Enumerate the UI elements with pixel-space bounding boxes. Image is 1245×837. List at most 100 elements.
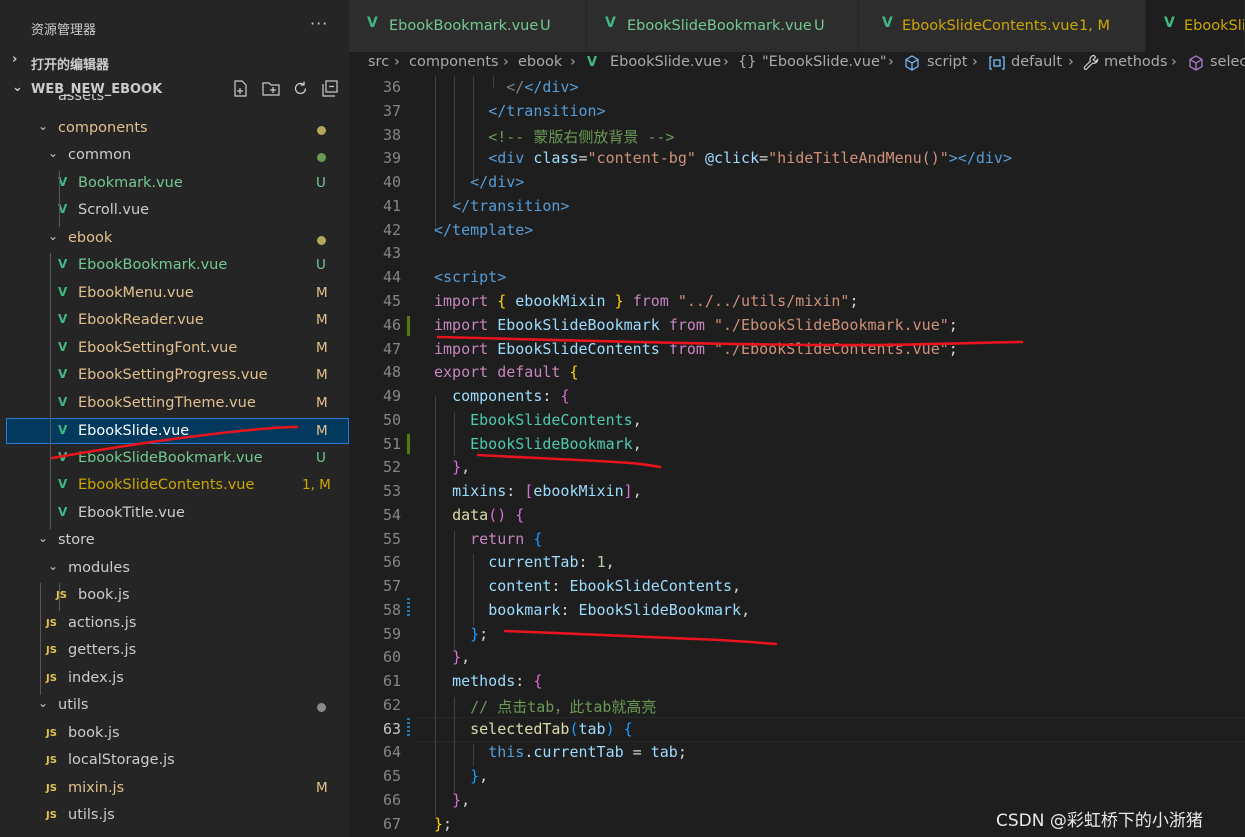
tree-item[interactable]: JS book.js — [0, 721, 349, 747]
chevron-down-icon[interactable]: ⌄ — [38, 696, 48, 710]
breadcrumb-item[interactable]: src — [368, 54, 389, 70]
code-token: </transition> — [488, 102, 606, 120]
chevron-down-icon: ⌄ — [12, 80, 23, 95]
line-number: 63 — [382, 720, 401, 738]
tree-item[interactable]: ⌄ utils — [0, 693, 349, 719]
tree-item[interactable]: V Scroll.vue — [0, 198, 349, 224]
tree-item[interactable]: V EbookSlideBookmark.vue U — [0, 446, 349, 472]
tree-item[interactable]: JS utils.js — [0, 803, 349, 829]
chevron-down-icon[interactable]: ⌄ — [38, 531, 48, 545]
cube-icon — [1188, 55, 1204, 75]
chevron-down-icon[interactable]: ⌄ — [48, 559, 58, 573]
code-token: class — [533, 149, 579, 167]
tree-item[interactable]: JS getters.js — [0, 638, 349, 664]
vue-file-icon: V — [58, 423, 68, 437]
tree-item[interactable]: ⌄ modules — [0, 556, 349, 582]
line-number: 49 — [382, 387, 401, 405]
git-status-badge: M — [316, 340, 328, 356]
code-editor[interactable]: 36 37 38 39 40 41 42 43 44 45 46 47 48 49 50 51 52 53 54 55… — [349, 76, 1245, 837]
code-token: components — [452, 387, 543, 405]
tree-item-label: assets — [58, 94, 105, 104]
modified-dot — [317, 236, 326, 245]
line-number: 43 — [382, 244, 401, 262]
chevron-right-icon: › — [570, 54, 576, 70]
code-token: methods — [452, 672, 516, 690]
code-token: EbookSlideBookmark — [578, 601, 742, 619]
line-number: 42 — [382, 221, 401, 239]
tree-item[interactable]: JS actions.js — [0, 611, 349, 637]
code-line-37: </transition> — [434, 102, 606, 120]
tree-item[interactable]: V EbookSlide.vue M — [6, 418, 349, 444]
vue-file-icon: V — [58, 450, 68, 464]
tab-ebookslide-active[interactable]: V EbookSli — [1146, 0, 1245, 52]
code-line-48: export default { — [434, 363, 579, 381]
code-token: @click — [704, 149, 760, 167]
line-number: 40 — [382, 173, 401, 191]
tree-indent-guide — [59, 171, 60, 227]
code-keyword: from — [632, 292, 669, 310]
tree-item[interactable]: V Bookmark.vue U — [0, 171, 349, 197]
code-line-63: selectedTab(tab) { — [470, 720, 633, 738]
code-line-39: <div class="content-bg" @click="hideTitl… — [488, 149, 1012, 167]
tree-item[interactable]: V EbookSettingProgress.vue M — [0, 363, 349, 389]
tree-item[interactable]: ⌄ components — [0, 116, 349, 142]
more-actions-icon[interactable]: ··· — [310, 14, 328, 33]
tree-item[interactable]: V EbookSlideContents.vue 1, M — [0, 473, 349, 499]
tree-item[interactable]: JS index.js — [0, 666, 349, 692]
code-line-47: import EbookSlideContents from "./EbookS… — [434, 340, 958, 358]
git-added-marker — [407, 434, 410, 454]
breadcrumb-item[interactable]: "EbookSlide.vue" — [762, 54, 887, 70]
tree-item-assets-partial[interactable]: assets — [0, 94, 349, 108]
code-token: </div> — [524, 78, 579, 96]
tree-item[interactable]: JS book.js — [0, 583, 349, 609]
tree-item[interactable]: ⌄ store — [0, 528, 349, 554]
line-number: 50 — [382, 411, 401, 429]
tab-label: EbookBookmark.vue — [389, 18, 539, 34]
breadcrumb-item[interactable]: EbookSlide.vue — [610, 54, 721, 70]
module-icon — [988, 55, 1006, 75]
open-editors-section[interactable]: › 打开的编辑器 — [0, 51, 349, 73]
chevron-down-icon[interactable]: ⌄ — [48, 229, 58, 243]
chevron-down-icon[interactable]: ⌄ — [48, 146, 58, 160]
vue-file-icon: V — [58, 505, 68, 519]
tree-item[interactable]: JS mixin.js M — [0, 776, 349, 802]
line-number: 51 — [382, 435, 401, 453]
line-number: 60 — [382, 648, 401, 666]
breadcrumb-item[interactable]: ebook — [518, 54, 562, 70]
tree-item-label: EbookSettingProgress.vue — [78, 367, 268, 383]
code-token: content — [488, 577, 552, 595]
tree-item[interactable]: V EbookBookmark.vue U — [0, 253, 349, 279]
tree-item[interactable]: JS localStorage.js — [0, 748, 349, 774]
code-token: "content-bg" — [587, 149, 696, 167]
line-number: 62 — [382, 696, 401, 714]
tab-ebookslidecontents[interactable]: V EbookSlideContents.vue 1, M — [859, 0, 1146, 52]
tab-ebookbookmark[interactable]: V EbookBookmark.vue U — [349, 0, 587, 52]
tree-item[interactable]: V EbookSettingFont.vue M — [0, 336, 349, 362]
code-token: <script> — [434, 268, 507, 286]
code-line-64: this.currentTab = tab; — [488, 743, 687, 761]
tab-ebookslidebookmark[interactable]: V EbookSlideBookmark.vue U — [587, 0, 859, 52]
chevron-down-icon[interactable]: ⌄ — [38, 119, 48, 133]
vscode-window: 资源管理器 ··· › 打开的编辑器 ⌄ WEB_NEW_EBOOK asset… — [0, 0, 1245, 837]
code-token: "hideTitleAndMenu()" — [768, 149, 949, 167]
code-keyword: import — [434, 292, 489, 310]
code-token: </transition> — [452, 197, 570, 215]
tree-item[interactable]: V EbookTitle.vue — [0, 501, 349, 527]
tree-item[interactable]: ⌄ ebook — [0, 226, 349, 252]
code-number: 1 — [596, 553, 606, 571]
tree-item[interactable]: V EbookReader.vue M — [0, 308, 349, 334]
breadcrumb-item[interactable]: selec — [1210, 54, 1245, 70]
breadcrumb-item[interactable]: script — [927, 54, 967, 70]
breadcrumb-item[interactable]: components — [409, 54, 499, 70]
code-token: currentTab — [488, 553, 579, 571]
js-file-icon: JS — [46, 783, 57, 794]
git-status-badge: M — [316, 780, 328, 796]
line-number: 54 — [382, 506, 401, 524]
tree-item[interactable]: V EbookSettingTheme.vue M — [0, 391, 349, 417]
code-comment: // 点击tab，此tab就高亮 — [470, 698, 657, 716]
explorer-title: 资源管理器 — [31, 23, 97, 38]
breadcrumb-item[interactable]: default — [1011, 54, 1062, 70]
tree-item[interactable]: V EbookMenu.vue M — [0, 281, 349, 307]
breadcrumb-item[interactable]: methods — [1104, 54, 1168, 70]
tree-item[interactable]: ⌄ common — [0, 143, 349, 169]
